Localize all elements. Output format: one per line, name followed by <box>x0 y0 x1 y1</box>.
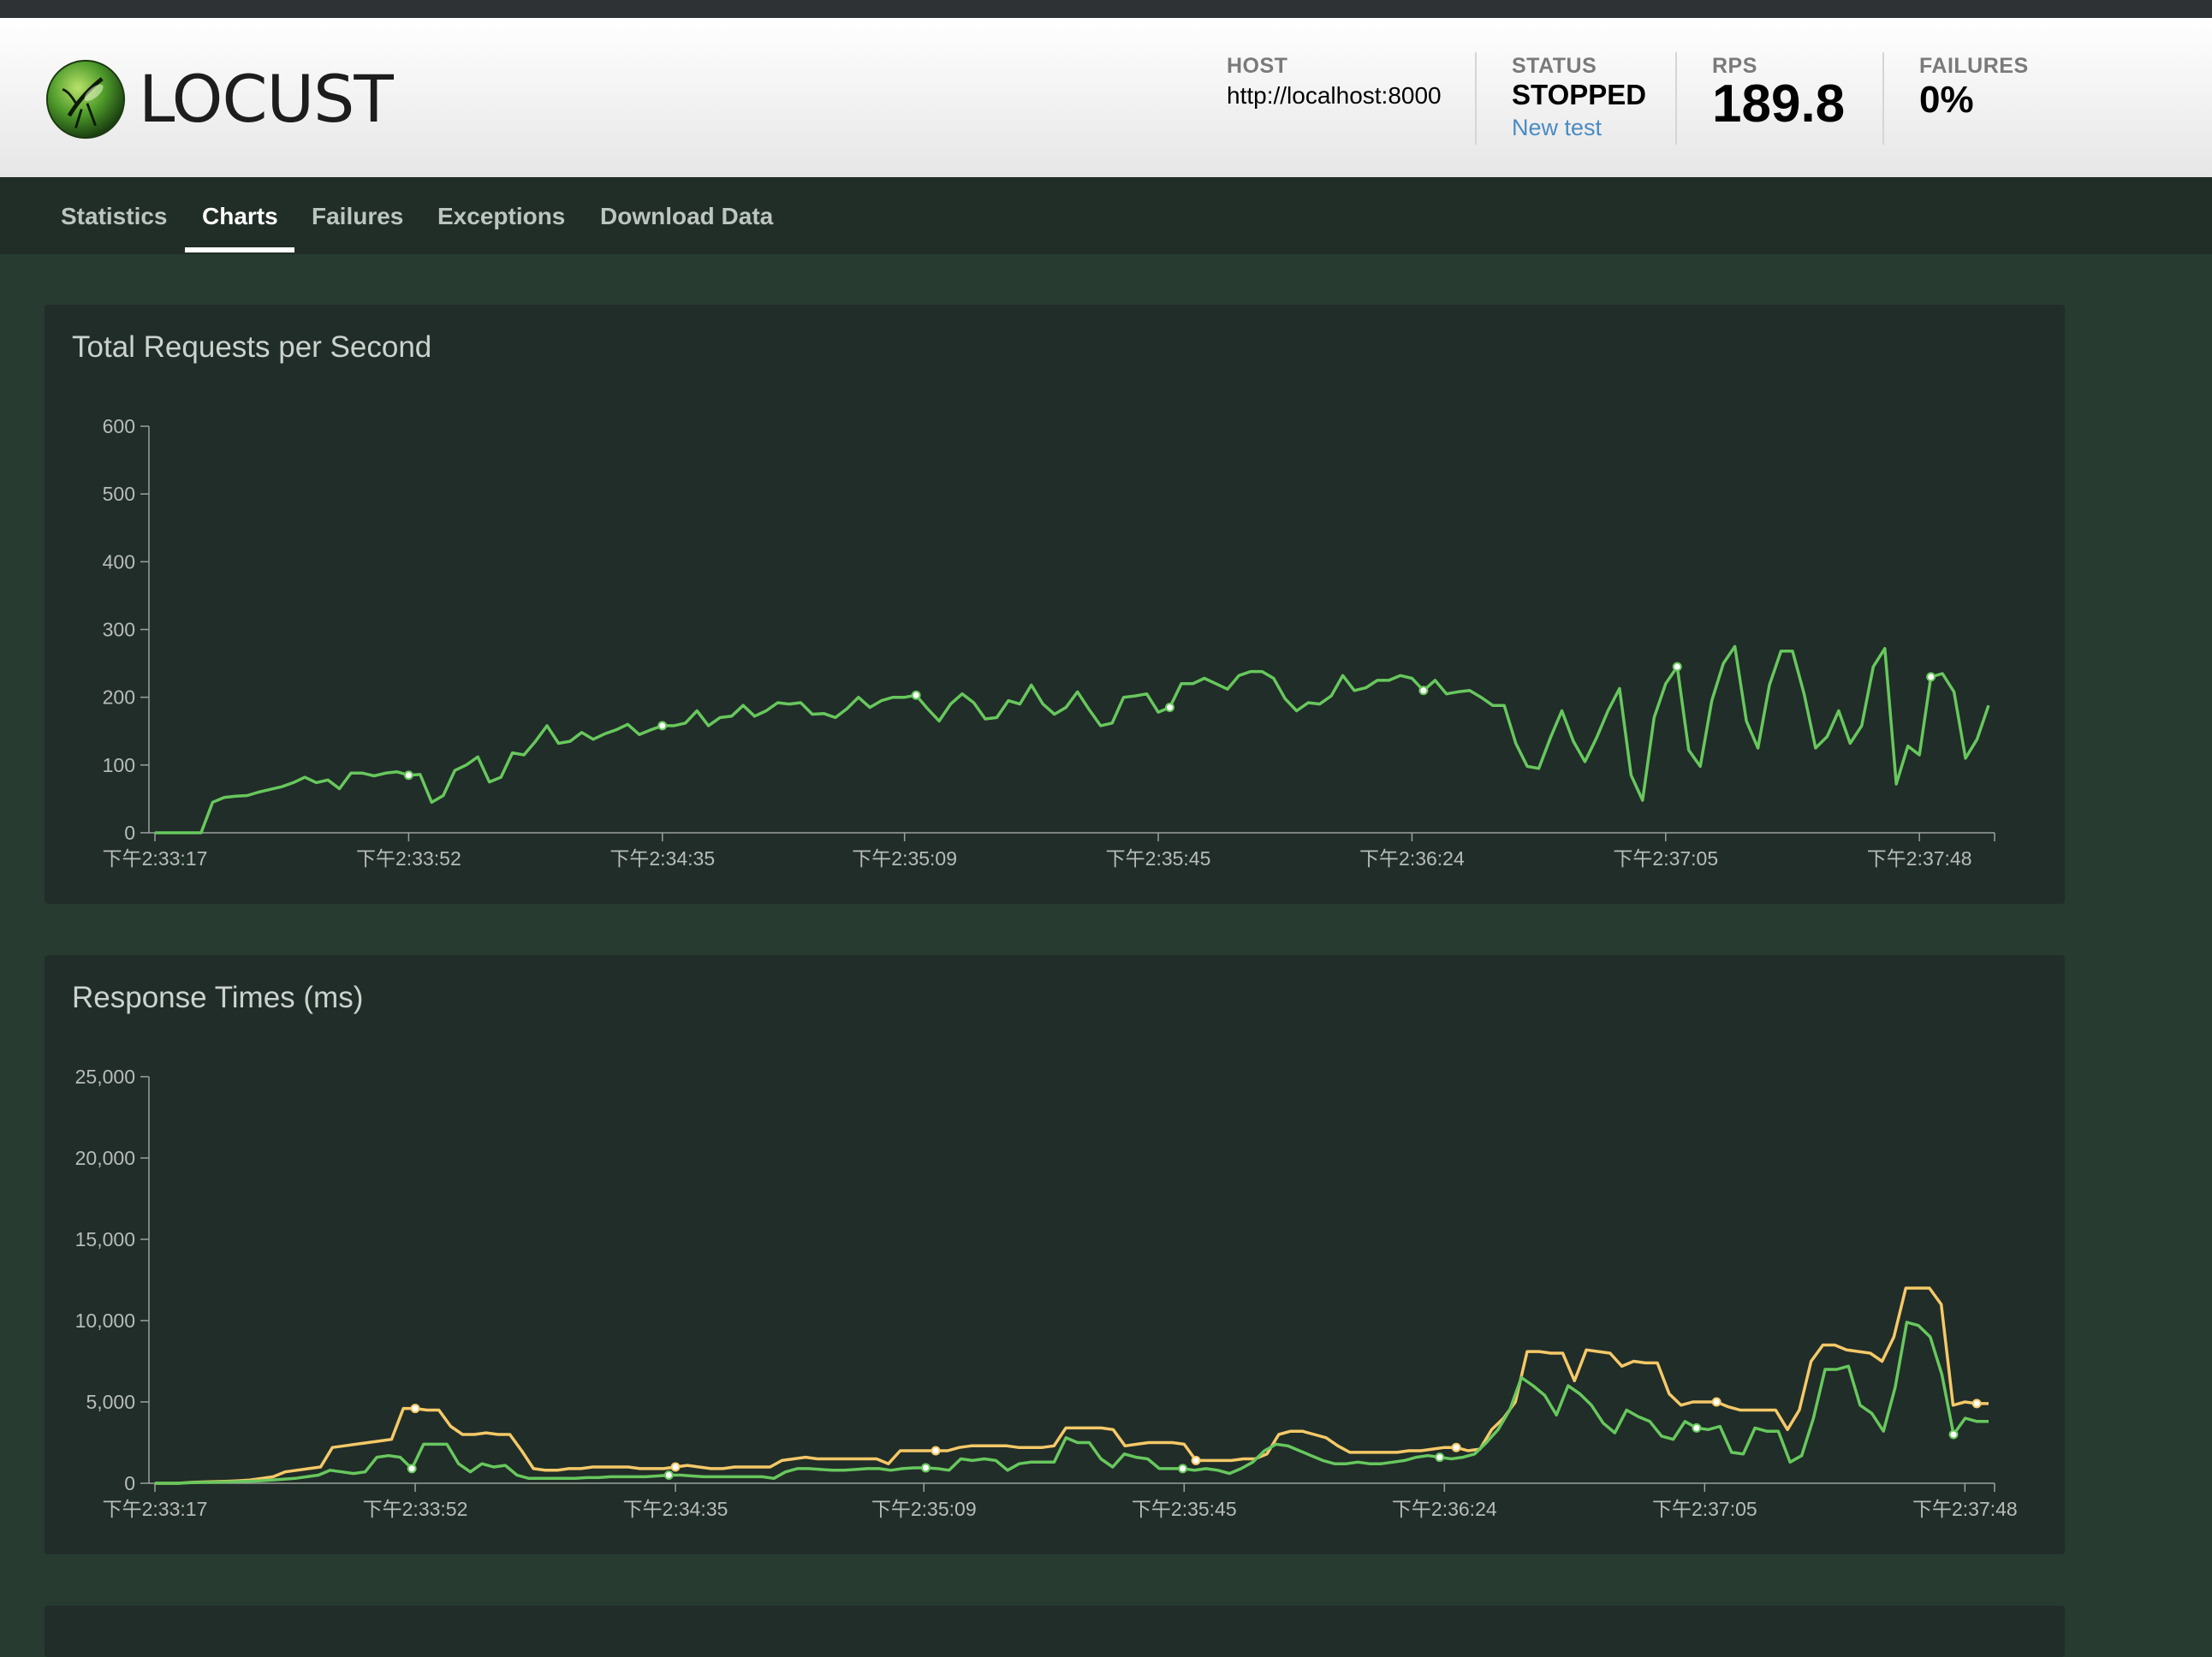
active-tab-indicator <box>185 247 294 252</box>
series-point <box>1435 1452 1445 1463</box>
y-tick-label: 20,000 <box>75 1147 135 1169</box>
x-tick-label: 下午2:36:24 <box>1392 1498 1497 1520</box>
series-point <box>410 1404 420 1414</box>
y-tick-label: 500 <box>103 483 135 505</box>
locust-logo: LOCUST <box>45 56 394 142</box>
y-tick-label: 10,000 <box>75 1310 135 1332</box>
series-point <box>1971 1399 1982 1409</box>
series-point <box>670 1462 681 1472</box>
y-tick-label: 200 <box>103 686 135 709</box>
host-label: HOST <box>1227 54 1288 78</box>
x-tick-label: 下午2:35:09 <box>852 847 957 870</box>
series-point <box>403 770 413 781</box>
x-tick-label: 下午2:37:48 <box>1912 1498 2018 1520</box>
status-stat: STATUS STOPPED New test <box>1512 54 1646 141</box>
y-tick-label: 600 <box>103 415 135 437</box>
host-stat: HOST http://localhost:8000 <box>1227 54 1442 110</box>
new-test-link[interactable]: New test <box>1512 115 1646 141</box>
series-point <box>1948 1429 1959 1440</box>
x-tick-label: 下午2:37:05 <box>1652 1498 1757 1520</box>
rps-value: 189.8 <box>1712 74 1846 134</box>
x-tick-label: 下午2:37:48 <box>1867 847 1972 870</box>
series-point <box>1692 1422 1702 1433</box>
rps-chart-panel: Total Requests per Second 0 100 200 300 400 5… <box>45 305 2065 904</box>
y-tick-label: 400 <box>103 550 135 573</box>
failures-label: FAILURES <box>1919 54 2029 78</box>
series-line-0 <box>155 644 1990 834</box>
x-tick-label: 下午2:35:09 <box>871 1498 977 1520</box>
y-tick-label: 5,000 <box>86 1391 135 1413</box>
y-tick-label: 15,000 <box>75 1228 135 1250</box>
x-tick-label: 下午2:35:45 <box>1106 847 1211 870</box>
series-point <box>1926 672 1936 682</box>
series-point <box>1178 1464 1188 1474</box>
window-top-strip <box>0 0 2212 18</box>
x-tick-label: 下午2:33:17 <box>103 1498 208 1520</box>
series-point <box>407 1464 417 1474</box>
series-point <box>1672 662 1682 672</box>
series-point <box>911 690 921 700</box>
tab-statistics[interactable]: Statistics <box>61 203 168 254</box>
series-point <box>663 1470 674 1480</box>
status-value: STOPPED <box>1512 79 1647 110</box>
x-tick-label: 下午2:36:24 <box>1359 847 1465 870</box>
series-point <box>657 721 668 731</box>
y-tick-label: 0 <box>124 1472 135 1494</box>
x-tick-label: 下午2:37:05 <box>1613 847 1718 870</box>
failures-value: 0% <box>1919 79 1974 121</box>
users-chart-panel <box>45 1606 2065 1657</box>
logo-text: LOCUST <box>139 61 394 137</box>
failures-stat: FAILURES 0% <box>1919 54 2029 122</box>
tab-charts[interactable]: Charts <box>202 203 278 254</box>
stat-divider <box>1475 52 1477 145</box>
x-tick-label: 下午2:34:35 <box>609 847 715 870</box>
series-point <box>1711 1397 1721 1407</box>
stat-divider <box>1882 52 1884 145</box>
y-tick-label: 25,000 <box>75 1066 135 1088</box>
series-point <box>1451 1442 1461 1452</box>
tab-download-data[interactable]: Download Data <box>600 203 773 254</box>
y-tick-label: 0 <box>124 822 135 844</box>
rps-stat: RPS 189.8 <box>1712 54 1845 134</box>
x-tick-label: 下午2:33:52 <box>356 847 461 870</box>
series-point <box>1418 686 1429 696</box>
response-times-chart: 0 5,000 10,000 15,000 20,000 25,000 下午2:33:17 下… <box>75 1066 2018 1520</box>
x-tick-label: 下午2:35:45 <box>1132 1498 1237 1520</box>
rps-chart: 0 100 200 300 400 500 600 下午2:33:17 下午2:33:52 下午2… <box>103 415 1995 870</box>
host-value: http://localhost:8000 <box>1227 82 1442 109</box>
locust-logo-icon <box>45 59 126 140</box>
series-point <box>931 1446 941 1456</box>
x-tick-label: 下午2:33:52 <box>363 1498 468 1520</box>
response-times-chart-panel: Response Times (ms) 0 5,000 10,000 15,000 20… <box>45 955 2065 1554</box>
top-header: LOCUST HOST http://localhost:8000 STATUS… <box>0 18 2212 177</box>
tab-exceptions[interactable]: Exceptions <box>437 203 565 254</box>
status-label: STATUS <box>1512 54 1597 78</box>
stat-divider <box>1675 52 1677 145</box>
y-tick-label: 300 <box>103 619 135 641</box>
series-point <box>1191 1455 1201 1465</box>
x-tick-label: 下午2:33:17 <box>103 847 208 870</box>
x-tick-label: 下午2:34:35 <box>623 1498 728 1520</box>
tab-failures[interactable]: Failures <box>312 203 403 254</box>
main-nav: Statistics Charts Failures Exceptions Do… <box>0 177 2212 254</box>
series-point <box>1165 703 1175 713</box>
series-point <box>920 1463 931 1473</box>
y-tick-label: 100 <box>103 754 135 776</box>
series-line-0 <box>155 1286 1989 1485</box>
